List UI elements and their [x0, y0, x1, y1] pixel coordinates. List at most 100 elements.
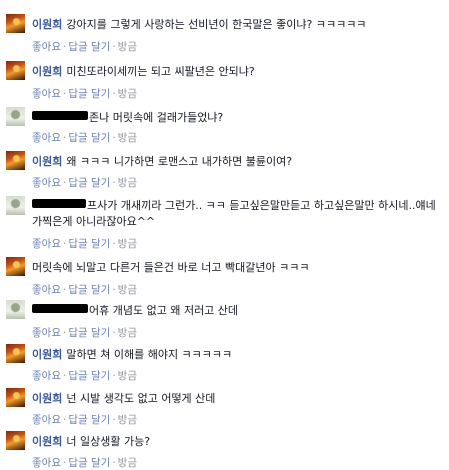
avatar[interactable] [6, 344, 25, 363]
avatar[interactable] [6, 151, 25, 170]
separator: · [62, 284, 67, 296]
separator: · [62, 370, 67, 382]
separator: · [112, 414, 116, 426]
comment-text: 왜 ㅋㅋㅋ 니가하면 로맨스고 내가하면 불륜이여? [66, 155, 293, 168]
comment-body: 이원희 미친또라이세끼는 되고 씨팔년은 안되냐? [32, 65, 442, 79]
avatar[interactable] [6, 107, 25, 126]
separator: · [112, 177, 116, 189]
comment-text: 프사가 개새끼라 그런가.. ㅋㅋ 듣고싶은말만듣고 하고싶은말만 하시네..얘… [32, 199, 436, 228]
avatar[interactable] [6, 388, 25, 407]
comment-actions: 좋아요 · 답글 달기 · 방금 [32, 130, 137, 145]
commenter-name[interactable]: 이원희 [32, 18, 62, 31]
reply-button[interactable]: 답글 달기 [68, 414, 110, 426]
comment-actions: 좋아요 · 답글 달기 · 방금 [32, 325, 137, 340]
reply-button[interactable]: 답글 달기 [68, 284, 110, 296]
redacted-name [32, 304, 88, 313]
comment-actions: 좋아요 · 답글 달기 · 방금 [32, 236, 137, 251]
comment-timestamp[interactable]: 방금 [118, 457, 137, 469]
separator: · [62, 41, 67, 53]
comment-list: 이원희 강아지를 그렇게 사랑하는 선비년이 한국말은 좋이냐? ㅋㅋㅋㅋㅋ 좋아… [0, 0, 449, 469]
like-button[interactable]: 좋아요 [32, 132, 61, 144]
comment-body: 이원희 강아지를 그렇게 사랑하는 선비년이 한국말은 좋이냐? ㅋㅋㅋㅋㅋ [32, 18, 442, 32]
like-button[interactable]: 좋아요 [32, 88, 61, 100]
separator: · [62, 457, 67, 469]
comment-timestamp[interactable]: 방금 [118, 327, 137, 339]
comment-text: 강아지를 그렇게 사랑하는 선비년이 한국말은 좋이냐? ㅋㅋㅋㅋㅋ [66, 18, 367, 31]
comment-actions: 좋아요 · 답글 달기 · 방금 [32, 412, 137, 427]
comment-timestamp[interactable]: 방금 [118, 41, 137, 53]
reply-button[interactable]: 답글 달기 [68, 370, 110, 382]
commenter-name[interactable]: 이원희 [32, 65, 62, 78]
comment-text: 존나 머릿속에 걸래가들었냐? [89, 111, 224, 124]
avatar[interactable] [6, 300, 25, 319]
reply-button[interactable]: 답글 달기 [68, 41, 110, 53]
comment-timestamp[interactable]: 방금 [118, 414, 137, 426]
commenter-name[interactable]: 이원희 [32, 392, 62, 405]
comment-text: 넌 시발 생각도 없고 어떻게 산데 [66, 392, 216, 405]
separator: · [112, 41, 116, 53]
separator: · [62, 132, 67, 144]
separator: · [112, 457, 116, 469]
separator: · [62, 414, 67, 426]
reply-button[interactable]: 답글 달기 [68, 457, 110, 469]
separator: · [112, 238, 116, 250]
like-button[interactable]: 좋아요 [32, 370, 61, 382]
like-button[interactable]: 좋아요 [32, 457, 61, 469]
separator: · [112, 284, 116, 296]
like-button[interactable]: 좋아요 [32, 414, 61, 426]
like-button[interactable]: 좋아요 [32, 177, 61, 189]
avatar[interactable] [6, 431, 25, 450]
comment-actions: 좋아요 · 답글 달기 · 방금 [32, 455, 137, 470]
comment-actions: 좋아요 · 답글 달기 · 방금 [32, 39, 137, 54]
reply-button[interactable]: 답글 달기 [68, 177, 110, 189]
reply-button[interactable]: 답글 달기 [68, 88, 110, 100]
comment-timestamp[interactable]: 방금 [118, 370, 137, 382]
like-button[interactable]: 좋아요 [32, 327, 61, 339]
reply-button[interactable]: 답글 달기 [68, 132, 110, 144]
comment-text: 미친또라이세끼는 되고 씨팔년은 안되냐? [66, 65, 255, 78]
avatar[interactable] [6, 61, 25, 80]
comment-body: 머릿속에 뇌말고 다른거 들은건 바로 너고 빡대갈년아 ㅋㅋㅋ [32, 261, 442, 275]
comment-body: 이원희 왜 ㅋㅋㅋ 니가하면 로맨스고 내가하면 불륜이여? [32, 155, 442, 169]
avatar[interactable] [6, 14, 25, 33]
comment-text: 어휴 개념도 없고 왜 저러고 산데 [89, 304, 239, 317]
comment-body: 어휴 개념도 없고 왜 저러고 산데 [32, 304, 442, 318]
comment-body: 이원희 너 일상생활 가능? [32, 435, 442, 449]
comment-body: 존나 머릿속에 걸래가들었냐? [32, 111, 442, 125]
comment-body: 이원희 넌 시발 생각도 없고 어떻게 산데 [32, 392, 442, 406]
commenter-name[interactable]: 이원희 [32, 155, 62, 168]
avatar[interactable] [6, 196, 25, 215]
comment-timestamp[interactable]: 방금 [118, 238, 137, 250]
redacted-name [32, 199, 86, 208]
like-button[interactable]: 좋아요 [32, 284, 61, 296]
separator: · [112, 132, 116, 144]
reply-button[interactable]: 답글 달기 [68, 327, 110, 339]
comment-timestamp[interactable]: 방금 [118, 177, 137, 189]
comment-text: 머릿속에 뇌말고 다른거 들은건 바로 너고 빡대갈년아 ㅋㅋㅋ [32, 261, 310, 274]
separator: · [62, 238, 67, 250]
comment-actions: 좋아요 · 답글 달기 · 방금 [32, 86, 137, 101]
like-button[interactable]: 좋아요 [32, 238, 61, 250]
reply-button[interactable]: 답글 달기 [68, 238, 110, 250]
comment-text: 너 일상생활 가능? [66, 435, 151, 448]
separator: · [62, 177, 67, 189]
comment-actions: 좋아요 · 답글 달기 · 방금 [32, 175, 137, 190]
like-button[interactable]: 좋아요 [32, 41, 61, 53]
comment-timestamp[interactable]: 방금 [118, 284, 137, 296]
separator: · [62, 88, 67, 100]
comment-actions: 좋아요 · 답글 달기 · 방금 [32, 282, 137, 297]
comment-body: 이원희 말하면 쳐 이해를 해야지 ㅋㅋㅋㅋㅋ [32, 348, 442, 362]
separator: · [62, 327, 67, 339]
comment-text: 말하면 쳐 이해를 해야지 ㅋㅋㅋㅋㅋ [66, 348, 233, 361]
commenter-name[interactable]: 이원희 [32, 435, 62, 448]
comment-timestamp[interactable]: 방금 [118, 88, 137, 100]
comment-timestamp[interactable]: 방금 [118, 132, 137, 144]
comment-actions: 좋아요 · 답글 달기 · 방금 [32, 368, 137, 383]
redacted-name [32, 111, 88, 120]
separator: · [112, 327, 116, 339]
separator: · [112, 370, 116, 382]
separator: · [112, 88, 116, 100]
comment-body: 프사가 개새끼라 그런가.. ㅋㅋ 듣고싶은말만듣고 하고싶은말만 하시네..얘… [32, 198, 442, 230]
avatar[interactable] [6, 257, 25, 276]
commenter-name[interactable]: 이원희 [32, 348, 62, 361]
